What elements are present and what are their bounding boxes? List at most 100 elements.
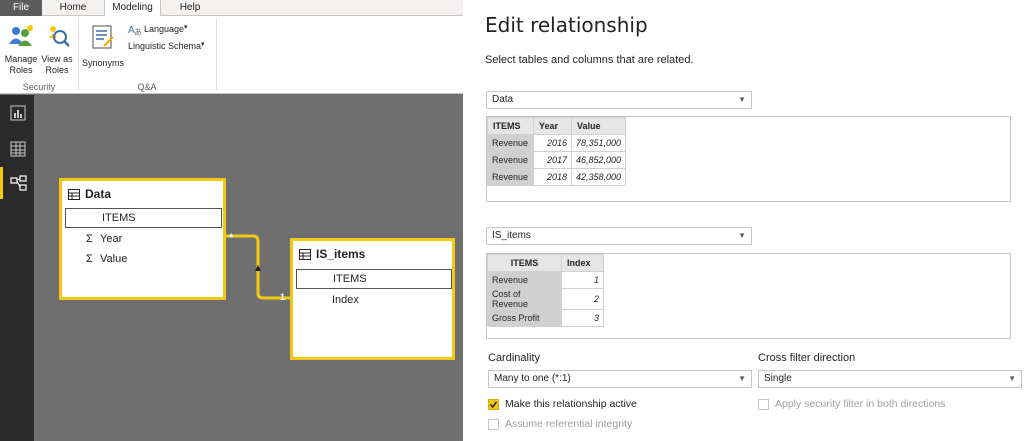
chevron-down-icon: ▼ [1008,374,1016,383]
field-label: Year [100,233,123,245]
tab-home[interactable]: Home [52,0,94,16]
tab-file[interactable]: File [0,0,42,16]
table1-dropdown[interactable]: Data ▼ [486,91,752,109]
table-row: Gross Profit 3 [487,309,604,327]
cardinality-label: Cardinality [488,352,540,364]
table-cell: 2 [561,288,604,310]
table1-dropdown-value: Data [492,94,514,105]
table2-dropdown-value: IS_items [492,230,531,241]
field-label: ITEMS [102,212,136,224]
manage-roles-label-2: Roles [9,65,33,75]
field-label: Index [332,294,359,306]
synonyms-icon [92,25,114,49]
dialog-title: Edit relationship [485,13,648,37]
language-icon: A あ [128,25,142,36]
table-cell: 3 [561,309,604,327]
dialog-subtitle: Select tables and columns that are relat… [485,54,694,66]
column-header-index[interactable]: Index [561,254,604,272]
table2-preview: ITEMS Index Revenue 1 Cost of Revenue 2 … [486,253,1011,339]
table-cell: 78,351,000 [570,134,627,152]
data-table-card[interactable]: Data ITEMS Σ Year Σ Value [59,178,226,300]
cross-filter-label: Cross filter direction [758,352,856,364]
model-canvas[interactable]: * 1 Data ITEMS Σ Year Σ Value IS_items I… [34,95,463,441]
apply-security-label: Apply security filter in both directions [775,398,946,410]
language-button[interactable]: A あ Language ▾ [128,23,208,37]
make-active-checkbox[interactable] [488,399,499,410]
table-cell: Revenue [487,151,534,169]
table-cell: Revenue [487,271,562,289]
group-security-label: Security [22,82,56,92]
table-header-row: ITEMS Year Value [487,117,627,135]
synonyms-label: Synonyms [81,58,125,68]
table1-preview: ITEMS Year Value Revenue 2016 78,351,000… [486,116,1011,202]
field-items-selected[interactable]: ITEMS [296,269,452,289]
language-label: Language [144,24,185,34]
table-cell: 2016 [533,134,572,152]
data-view-button[interactable] [0,133,34,165]
view-as-roles-icon [49,26,70,47]
cross-filter-dropdown[interactable]: Single ▼ [758,370,1022,388]
table-row: Revenue 2016 78,351,000 [487,134,627,152]
group-separator [216,18,217,90]
table-cell: 46,852,000 [570,151,627,169]
table-cell: 2017 [533,151,572,169]
cardinality-value: Many to one (*:1) [494,373,571,384]
tab-help[interactable]: Help [170,0,210,16]
report-view-button[interactable] [0,97,34,129]
report-view-icon [10,105,26,121]
cross-filter-value: Single [764,373,792,384]
group-qa-label: Q&A [137,82,157,92]
table-cell: Cost of Revenue [487,288,562,310]
view-as-roles-label-2: Roles [45,65,69,75]
chevron-down-icon: ▼ [738,231,746,240]
linguistic-schema-label: Linguistic Schema [128,41,202,51]
column-header-value[interactable]: Value [570,117,627,135]
table-cell: 1 [561,271,604,289]
manage-roles-button[interactable]: Manage Roles [4,20,38,78]
table-row: Revenue 2017 46,852,000 [487,151,627,169]
view-as-roles-label-1: View as [41,54,73,64]
column-header-items[interactable]: ITEMS [487,254,562,272]
apply-security-checkbox[interactable] [758,399,769,410]
table-header-row: ITEMS Index [487,254,604,272]
synonyms-button[interactable]: Synonyms [80,20,126,78]
assume-integrity-checkbox[interactable] [488,419,499,430]
ribbon-tab-bar: File Home Modeling Help [0,0,463,17]
table-row: Revenue 1 [487,271,604,289]
table-icon [299,249,311,260]
sigma-icon: Σ [86,253,93,265]
assume-integrity-label: Assume referential integrity [505,418,633,430]
table-cell: 2018 [533,168,572,186]
column-header-items[interactable]: ITEMS [487,117,534,135]
linguistic-schema-button[interactable]: Linguistic Schema ▾ [128,40,214,54]
data-table-title: Data [85,187,112,201]
table-row: Cost of Revenue 2 [487,288,604,310]
relationship-many-marker: * [229,232,234,244]
relationship-one-marker: 1 [280,292,286,302]
column-header-year[interactable]: Year [533,117,572,135]
powerbi-window: File Home Modeling Help Manage Roles Vie… [0,0,463,441]
group-separator [78,18,79,90]
is-items-table-title: IS_items [316,247,366,261]
model-view-button[interactable] [0,167,34,199]
is-items-table-card[interactable]: IS_items ITEMS Index [290,238,455,360]
sigma-icon: Σ [86,233,93,245]
field-items-selected[interactable]: ITEMS [65,208,222,228]
make-active-label: Make this relationship active [505,398,637,410]
table-icon [68,189,80,200]
view-as-roles-button[interactable]: View as Roles [40,20,74,78]
tab-modeling[interactable]: Modeling [104,0,161,17]
chevron-down-icon: ▼ [738,374,746,383]
cardinality-dropdown[interactable]: Many to one (*:1) ▼ [488,370,752,388]
chevron-down-icon: ▼ [738,95,746,104]
table-cell: 42,358,000 [570,168,627,186]
table2-dropdown[interactable]: IS_items ▼ [486,227,752,245]
model-view-icon [10,175,27,191]
checkbox-icon [489,401,498,409]
table-row: Revenue 2018 42,358,000 [487,168,627,186]
edit-relationship-dialog: Edit relationship Select tables and colu… [463,0,1024,441]
chevron-down-icon: ▾ [201,41,205,48]
field-label: Value [100,253,128,265]
table-cell: Revenue [487,134,534,152]
manage-roles-label-1: Manage [4,54,38,64]
